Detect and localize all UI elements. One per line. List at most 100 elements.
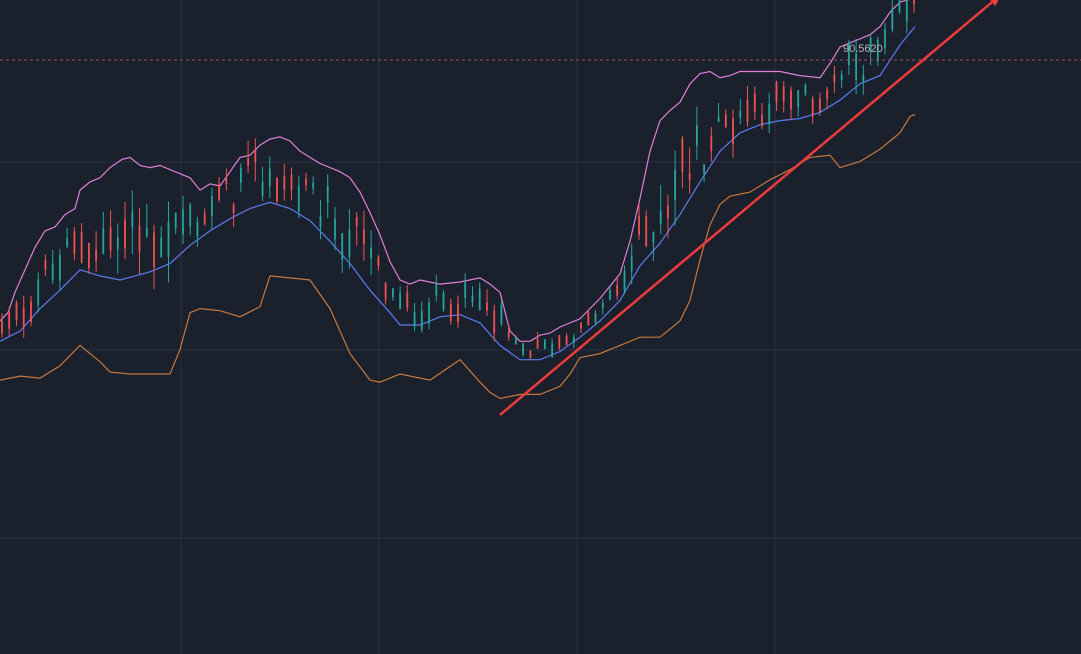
candle-body [116, 237, 119, 250]
candle-body [341, 233, 344, 260]
candle-body [840, 75, 843, 81]
candle-body [884, 28, 886, 48]
candle-body [471, 295, 474, 303]
candle-body [203, 213, 206, 224]
candle-body [30, 301, 32, 322]
candle-body [507, 331, 510, 338]
candle-body [833, 74, 836, 82]
candle-body [674, 169, 676, 201]
candle-body [131, 211, 134, 228]
candle-body [905, 0, 908, 22]
candle-body [66, 238, 68, 247]
candle-body [855, 53, 857, 80]
candle-body [667, 205, 669, 219]
chart-background [0, 0, 1081, 654]
candle-body [732, 118, 734, 145]
candle-body [529, 350, 532, 358]
candle-body [790, 89, 792, 110]
candle-body [218, 184, 220, 200]
candle-body [167, 221, 170, 257]
candle-body [551, 343, 553, 357]
candle-body [500, 304, 503, 324]
candle-body [623, 270, 626, 290]
candle-body [645, 216, 648, 246]
candle-body [109, 227, 112, 251]
candle-body [319, 215, 322, 228]
candle-body [392, 288, 394, 298]
candle-body [1, 320, 3, 333]
candle-body [544, 339, 546, 349]
candle-body [73, 231, 76, 254]
candle-body [739, 110, 742, 118]
candle-body [326, 185, 329, 203]
candle-body [587, 312, 590, 325]
candle-body [124, 219, 126, 249]
candle-body [826, 89, 828, 99]
candle-body [225, 178, 228, 184]
candle-body [819, 98, 821, 112]
candle-body [290, 174, 293, 191]
candle-body [247, 158, 249, 166]
candle-body [724, 114, 727, 128]
candle-body [753, 93, 756, 112]
candle-body [95, 249, 97, 262]
candle-body [160, 237, 163, 258]
candle-body [406, 292, 409, 308]
candle-body [232, 204, 235, 213]
candle-body [51, 263, 54, 281]
candle-body [601, 302, 604, 309]
candle-body [696, 124, 698, 146]
candle-body [59, 254, 61, 281]
candle-body [652, 231, 655, 243]
candle-body [536, 338, 539, 349]
candle-body [8, 313, 11, 329]
candle-body [811, 99, 814, 117]
candle-body [565, 335, 568, 345]
candle-body [659, 210, 662, 224]
candle-body [493, 310, 496, 334]
candle-body [261, 182, 264, 196]
candle-body [80, 231, 83, 263]
candle-body [717, 116, 720, 122]
candle-body [88, 243, 90, 268]
candlestick-chart[interactable] [0, 0, 1081, 654]
candle-body [616, 284, 619, 296]
candle-body [746, 99, 749, 122]
candle-body [420, 311, 423, 330]
candle-body [768, 103, 771, 125]
candle-body [189, 204, 192, 226]
current-price-label: 90.5620 [843, 43, 883, 55]
candle-body [428, 302, 430, 324]
candle-body [276, 177, 278, 202]
candle-body [240, 167, 242, 183]
candle-body [580, 323, 582, 329]
candle-body [761, 114, 763, 127]
candle-body [174, 212, 177, 228]
candle-body [384, 282, 387, 300]
candle-body [572, 337, 575, 343]
candle-body [334, 218, 336, 240]
candle-body [44, 260, 47, 270]
candle-body [449, 303, 452, 322]
candle-body [268, 168, 271, 187]
candle-body [775, 82, 778, 103]
candle-body [486, 302, 488, 311]
candle-body [305, 179, 307, 185]
candle-body [594, 312, 597, 323]
candle-body [348, 229, 351, 258]
candle-body [435, 282, 438, 296]
candle-body [681, 138, 684, 173]
candle-body [638, 215, 640, 235]
candle-body [797, 90, 800, 107]
candle-body [913, 0, 915, 4]
candle-body [254, 149, 257, 162]
candle-body [558, 335, 561, 349]
candle-body [15, 302, 18, 320]
candle-body [145, 227, 148, 237]
candle-body [211, 195, 213, 217]
candle-body [630, 255, 633, 272]
candle-body [804, 84, 807, 95]
candle-body [297, 185, 300, 212]
candle-body [363, 229, 365, 244]
candle-body [413, 312, 416, 327]
